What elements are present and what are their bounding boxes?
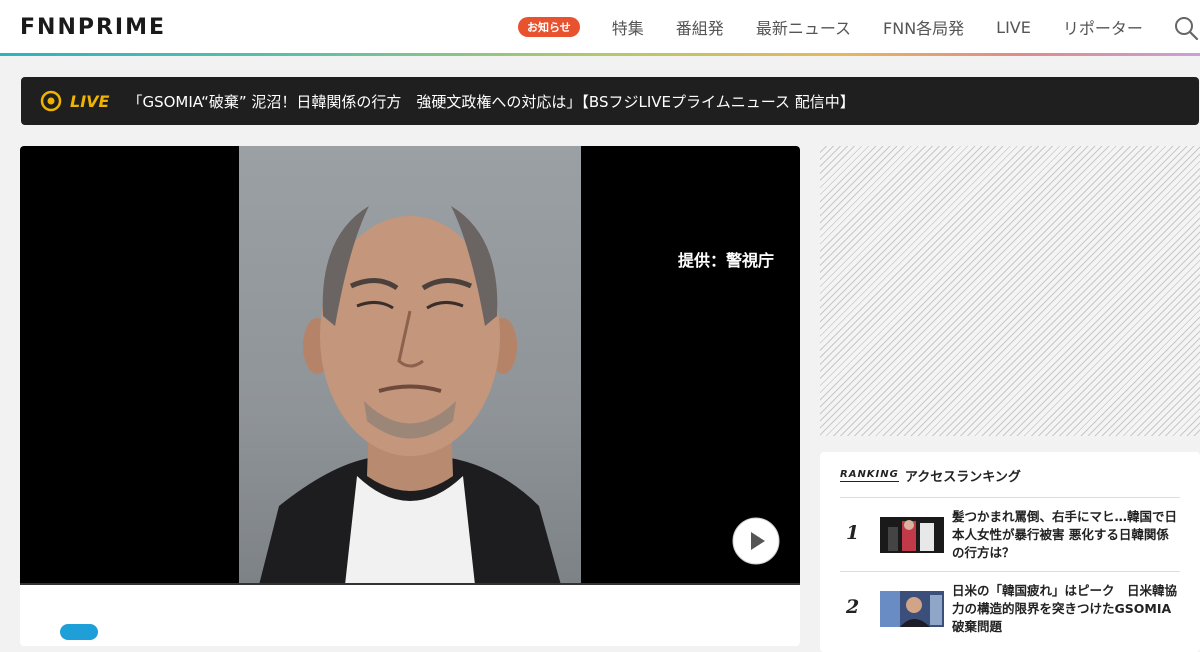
access-ranking: RANKING アクセスランキング 1 髪つかまれ罵倒、右手にマヒ…韓国で日本人… (820, 452, 1200, 652)
site-logo[interactable]: FNNPRIME (20, 14, 167, 40)
live-label: LIVE (70, 91, 110, 111)
suspect-photo (239, 146, 581, 585)
nav-item-live[interactable]: LIVE (996, 18, 1031, 37)
ad-placeholder (820, 146, 1200, 436)
ranking-item[interactable]: 2 日米の「韓国疲れ」はピーク 日米韓協力の構造的限界を突きつけたGSOMIA破… (840, 571, 1180, 645)
ranking-logo: RANKING (840, 469, 899, 482)
ranking-header: RANKING アクセスランキング (840, 466, 1021, 485)
portrait-illustration (259, 206, 561, 585)
nav-item-latest-news[interactable]: 最新ニュース (756, 15, 851, 39)
play-icon[interactable] (732, 517, 780, 565)
photo-credit: 提供：警視庁 (678, 251, 775, 270)
logo-text: FNNPRIME (20, 14, 167, 40)
nav-item-reporters[interactable]: リポーター (1063, 15, 1143, 39)
live-headline[interactable]: 「GSOMIA“破棄” 泥沼！日韓関係の行方 強硬文政権への対応は」【BSフジL… (127, 91, 854, 112)
video-player[interactable]: 提供：警視庁 (20, 146, 800, 585)
main-nav: お知らせ 特集 番組発 最新ニュース FNN各局発 LIVE リポーター (518, 0, 1175, 54)
article-card: 提供：警視庁 (20, 146, 800, 646)
ranking-thumbnail (880, 591, 944, 627)
ranking-article-title: 日米の「韓国疲れ」はピーク 日米韓協力の構造的限界を突きつけたGSOMIA破棄問… (952, 583, 1178, 634)
rank-number: 1 (846, 522, 860, 544)
video-progress-bar[interactable] (20, 583, 800, 585)
nav-item-programs[interactable]: 番組発 (676, 15, 724, 39)
site-header: FNNPRIME お知らせ 特集 番組発 最新ニュース FNN各局発 LIVE … (0, 0, 1200, 54)
category-tag[interactable] (60, 624, 98, 640)
eye-icon (40, 90, 62, 112)
ranking-item[interactable]: 1 髪つかまれ罵倒、右手にマヒ…韓国で日本人女性が暴行被害 悪化する日韓関係の行… (840, 497, 1180, 571)
ranking-article-title: 髪つかまれ罵倒、右手にマヒ…韓国で日本人女性が暴行被害 悪化する日韓関係の行方は… (952, 509, 1178, 560)
nav-item-fnn-stations[interactable]: FNN各局発 (883, 15, 964, 39)
header-gradient-line (0, 53, 1200, 56)
nav-item-features[interactable]: 特集 (612, 15, 644, 39)
ranking-title: アクセスランキング (904, 470, 1021, 485)
ranking-thumbnail (880, 517, 944, 553)
rank-number: 2 (846, 596, 860, 618)
live-banner[interactable]: LIVE 「GSOMIA“破棄” 泥沼！日韓関係の行方 強硬文政権への対応は」【… (21, 77, 1199, 125)
notice-badge[interactable]: お知らせ (518, 17, 580, 37)
search-icon[interactable] (1174, 16, 1198, 40)
